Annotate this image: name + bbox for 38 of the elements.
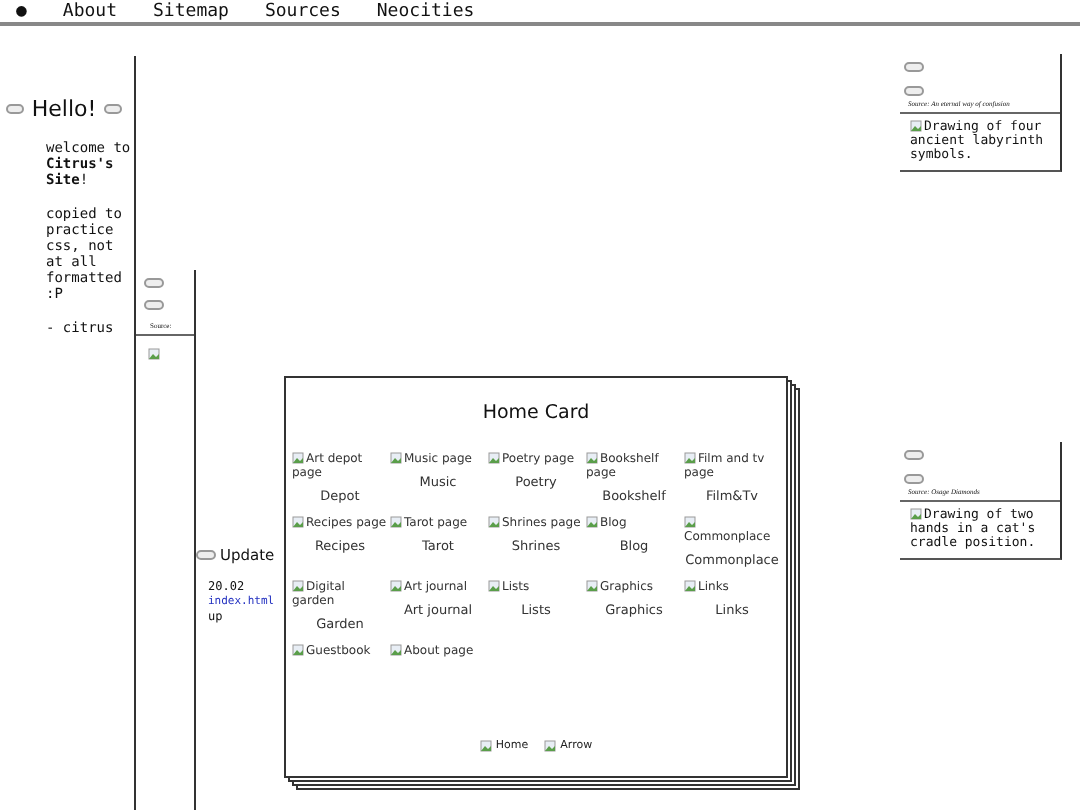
nav-link[interactable]: About — [62, 1, 118, 21]
pill-marker — [104, 104, 122, 114]
broken-image-icon — [390, 644, 402, 656]
pill-marker — [904, 474, 924, 484]
broken-image-icon — [488, 452, 500, 464]
card-title: Home Card — [482, 402, 590, 424]
broken-image-icon — [488, 580, 500, 592]
pill-marker — [904, 62, 924, 72]
nav-link[interactable]: Sources — [264, 1, 341, 21]
broken-image-icon — [488, 516, 500, 528]
pill-marker — [904, 450, 924, 460]
broken-image-icon — [684, 452, 696, 464]
broken-image-icon — [148, 348, 160, 360]
broken-image-icon — [390, 452, 402, 464]
pill-marker — [196, 550, 216, 560]
broken-image-icon — [292, 580, 304, 592]
nav-bullet: ● — [16, 1, 27, 21]
broken-image-icon — [910, 120, 922, 132]
nav-link[interactable]: Sitemap — [153, 1, 229, 21]
broken-image-icon — [684, 516, 696, 528]
broken-image-icon — [684, 580, 696, 592]
broken-image-icon — [292, 452, 304, 464]
pill-marker — [144, 300, 164, 310]
broken-image-icon — [586, 516, 598, 528]
broken-image-icon — [586, 452, 598, 464]
broken-image-icon — [390, 580, 402, 592]
broken-image-icon — [390, 516, 402, 528]
nav-link[interactable]: Neocities — [376, 1, 475, 21]
broken-image-icon — [910, 508, 922, 520]
pill-marker — [144, 278, 164, 288]
broken-image-icon — [479, 740, 492, 752]
section-heading: Hello! — [31, 96, 97, 122]
broken-image-icon — [292, 644, 304, 656]
pill-marker — [6, 104, 24, 114]
broken-image-icon — [292, 516, 304, 528]
pill-marker — [904, 86, 924, 96]
broken-image-icon — [544, 740, 557, 752]
broken-image-icon — [586, 580, 598, 592]
